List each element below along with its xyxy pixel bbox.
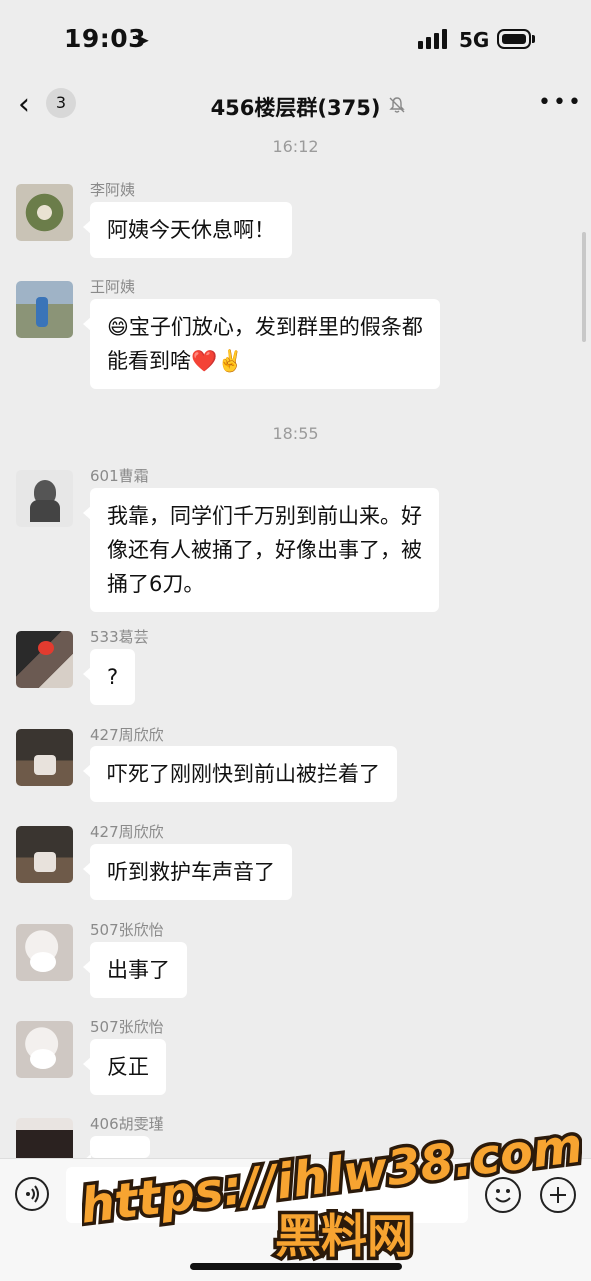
- sender-name: 601曹霜: [90, 467, 149, 485]
- avatar[interactable]: [16, 184, 73, 241]
- avatar[interactable]: [16, 1021, 73, 1078]
- more-options-icon[interactable]: •••: [538, 92, 583, 114]
- site-watermark: https://ihlw38.com 黑料网: [82, 1120, 582, 1267]
- message-bubble[interactable]: 听到救护车声音了: [83, 844, 292, 900]
- home-indicator[interactable]: [190, 1263, 402, 1270]
- avatar[interactable]: [16, 281, 73, 338]
- message-bubble[interactable]: 反正: [83, 1039, 166, 1095]
- sender-name: 427周欣欣: [90, 823, 164, 841]
- signal-icon: [418, 29, 447, 49]
- battery-tip: [532, 35, 535, 43]
- sender-name: 427周欣欣: [90, 726, 164, 744]
- location-arrow-icon: ➤: [133, 28, 150, 52]
- sender-name: 李阿姨: [90, 181, 136, 199]
- status-bar: 19:03 ➤ 5G: [0, 0, 591, 80]
- battery-icon: [497, 29, 531, 49]
- avatar[interactable]: [16, 729, 73, 786]
- message-bubble[interactable]: ?: [82, 649, 136, 705]
- network-type: 5G: [459, 28, 490, 52]
- voice-input-icon[interactable]: [15, 1177, 49, 1211]
- avatar[interactable]: [16, 631, 73, 688]
- message-bubble[interactable]: 我靠，同学们千万别到前山来。好 像还有人被捅了，好像出事了，被 捅了6刀。: [83, 488, 439, 612]
- message-bubble[interactable]: 阿姨今天休息啊！: [83, 202, 292, 258]
- avatar[interactable]: [16, 1118, 73, 1158]
- avatar[interactable]: [16, 826, 73, 883]
- time-divider: 18:55: [272, 424, 319, 443]
- bell-muted-icon: [389, 97, 405, 113]
- watermark-title: 黑料网: [275, 1209, 413, 1263]
- sender-name: 王阿姨: [90, 278, 136, 296]
- message-bubble[interactable]: 出事了: [83, 942, 187, 998]
- avatar[interactable]: [16, 924, 73, 981]
- scrollbar[interactable]: [582, 232, 586, 342]
- time-divider: 16:12: [272, 137, 319, 156]
- sender-name: 533葛芸: [90, 628, 149, 646]
- message-bubble[interactable]: 😄宝子们放心，发到群里的假条都 能看到啥❤️✌️: [83, 299, 440, 389]
- sender-name: 507张欣怡: [90, 1018, 164, 1036]
- chat-title: 456楼层群(375): [210, 96, 381, 120]
- message-bubble[interactable]: 吓死了刚刚快到前山被拦着了: [83, 746, 397, 802]
- sender-name: 507张欣怡: [90, 921, 164, 939]
- chat-header: ‹ 3 456楼层群(375) •••: [0, 80, 591, 132]
- avatar[interactable]: [16, 470, 73, 527]
